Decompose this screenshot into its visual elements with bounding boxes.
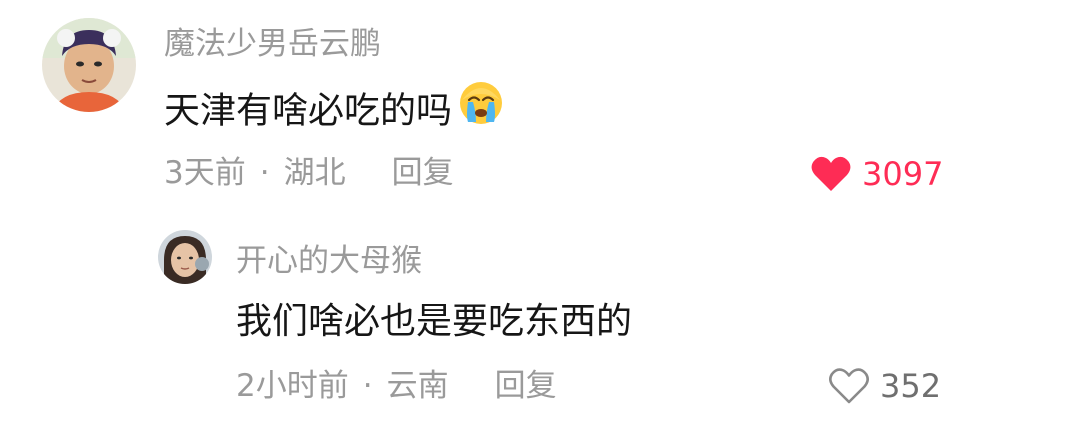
comment-item: 魔法少男岳云鹏 天津有啥必吃的吗 3天前 · 湖北 回复 3097 [0, 0, 1080, 200]
reply-location: 云南 [386, 368, 449, 404]
comment-thread: 魔法少男岳云鹏 天津有啥必吃的吗 3天前 · 湖北 回复 3097 开心的大母猴… [0, 0, 1080, 442]
comment-text: 天津有啥必吃的吗 [164, 82, 506, 139]
reply-meta: 2小时前 · 云南 回复 [236, 366, 557, 406]
reply-button[interactable]: 回复 [392, 153, 454, 193]
comment-location: 湖北 [283, 155, 346, 191]
avatar-image [158, 230, 212, 284]
meta-separator: · [259, 155, 270, 191]
meta-separator: · [362, 368, 373, 404]
avatar[interactable] [158, 230, 212, 284]
like-count: 352 [880, 367, 942, 405]
comment-time: 3天前 [164, 155, 246, 191]
like-button[interactable]: 3097 [810, 152, 943, 196]
like-count: 3097 [862, 155, 944, 193]
reply-button[interactable]: 回复 [495, 366, 557, 406]
reply-item: 开心的大母猴 我们啥必也是要吃东西的 2小时前 · 云南 回复 352 [0, 200, 1080, 442]
heart-outline-icon [828, 367, 870, 405]
reply-text: 我们啥必也是要吃东西的 [236, 301, 633, 342]
reply-username[interactable]: 开心的大母猴 [236, 241, 422, 281]
comment-username[interactable]: 魔法少男岳云鹏 [164, 24, 381, 64]
avatar[interactable] [42, 18, 136, 112]
heart-filled-icon [810, 155, 852, 193]
comment-meta: 3天前 · 湖北 回复 [164, 153, 454, 193]
reply-time: 2小时前 [236, 368, 349, 404]
avatar-image [42, 18, 136, 112]
crying-emoji-icon [456, 80, 506, 139]
comment-text-body: 天津有啥必吃的吗 [164, 90, 453, 132]
like-button[interactable]: 352 [828, 364, 941, 408]
